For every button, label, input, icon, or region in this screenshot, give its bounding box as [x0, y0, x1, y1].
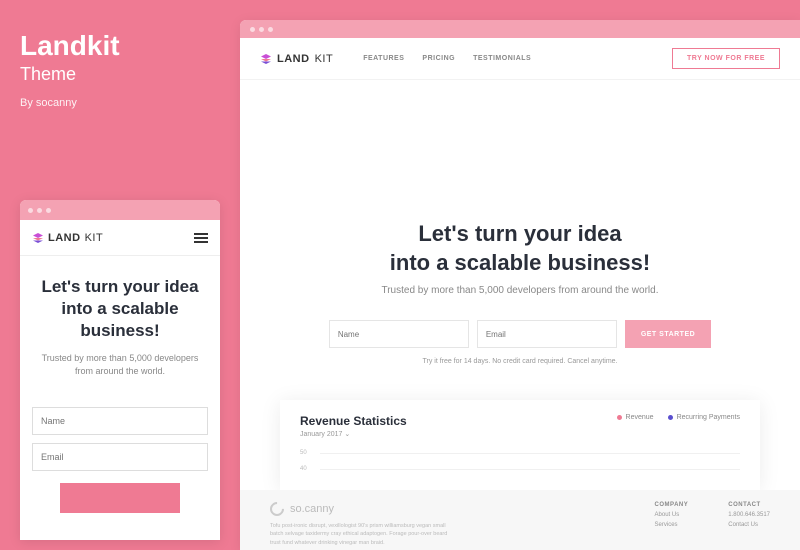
name-field[interactable]	[32, 407, 208, 435]
email-field[interactable]	[477, 320, 617, 348]
page-footer: so.canny Tofu post-ironic disrupt, vexil…	[240, 490, 800, 550]
main-nav: FEATURES PRICING TESTIMONIALS	[363, 55, 531, 62]
stats-date-selector[interactable]: January 2017 ⌄	[300, 430, 740, 438]
hero-tagline: Trusted by more than 5,000 developers fr…	[32, 352, 208, 377]
email-field[interactable]	[32, 443, 208, 471]
brand-logo[interactable]: LANDKIT	[260, 53, 333, 65]
mobile-preview: LANDKIT Let's turn your ideainto a scala…	[20, 200, 220, 540]
hero-heading: Let's turn your ideainto a scalable busi…	[280, 220, 760, 277]
chevron-down-icon: ⌄	[344, 431, 350, 438]
window-controls	[240, 20, 800, 38]
revenue-stats-card: Revenue Statistics January 2017 ⌄ Revenu…	[280, 400, 760, 490]
window-controls	[20, 200, 220, 220]
try-free-button[interactable]: TRY NOW FOR FREE	[672, 48, 780, 69]
footer-description: Tofu post-ironic disrupt, vexillologist …	[270, 522, 450, 547]
chart-legend: Revenue Recurring Payments	[617, 414, 740, 421]
hero-heading: Let's turn your ideainto a scalable busi…	[32, 276, 208, 342]
layers-icon	[260, 53, 272, 65]
layers-icon	[32, 232, 44, 244]
trial-note: Try it free for 14 days. No credit card …	[280, 358, 760, 365]
footer-link[interactable]: About Us	[655, 512, 689, 518]
hero-tagline: Trusted by more than 5,000 developers fr…	[280, 285, 760, 296]
theme-title: Landkit	[20, 30, 220, 62]
submit-button[interactable]	[60, 483, 180, 513]
theme-subtitle: Theme	[20, 64, 220, 85]
menu-icon[interactable]	[194, 233, 208, 243]
nav-pricing[interactable]: PRICING	[422, 55, 455, 62]
nav-features[interactable]: FEATURES	[363, 55, 404, 62]
footer-col-company: COMPANY	[655, 502, 689, 508]
footer-link[interactable]: 1.800.646.3517	[728, 512, 770, 518]
nav-testimonials[interactable]: TESTIMONIALS	[473, 55, 531, 62]
name-field[interactable]	[329, 320, 469, 348]
footer-brand: so.canny	[270, 502, 450, 516]
brand-logo[interactable]: LANDKIT	[32, 232, 103, 244]
spiral-icon	[267, 499, 287, 519]
footer-link[interactable]: Contact Us	[728, 522, 770, 528]
footer-col-contact: CONTACT	[728, 502, 770, 508]
footer-link[interactable]: Services	[655, 522, 689, 528]
theme-author: By socanny	[20, 97, 220, 109]
get-started-button[interactable]: GET STARTED	[625, 320, 711, 348]
